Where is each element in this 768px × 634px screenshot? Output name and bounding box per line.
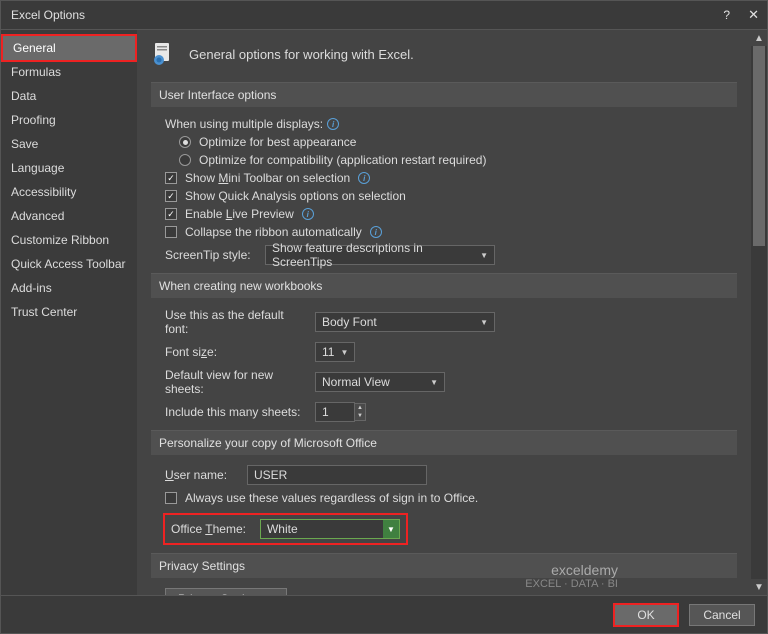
font-size-select[interactable]: 11▼ <box>315 342 355 362</box>
scroll-down-icon[interactable]: ▼ <box>751 579 767 595</box>
chevron-down-icon: ▼ <box>480 318 488 327</box>
checkbox-collapse-ribbon[interactable]: Collapse the ribbon automatically i <box>165 225 737 239</box>
main-wrap: General options for working with Excel. … <box>137 30 767 595</box>
checkbox-always-use-values[interactable]: Always use these values regardless of si… <box>165 491 737 505</box>
checkbox-icon <box>165 492 177 504</box>
office-theme-row: Office Theme: White ▼ <box>163 513 408 545</box>
radio-compatibility[interactable]: Optimize for compatibility (application … <box>179 153 737 167</box>
dialog-body: General Formulas Data Proofing Save Lang… <box>1 29 767 595</box>
sidebar-item-language[interactable]: Language <box>1 156 137 180</box>
sidebar-item-quick-access-toolbar[interactable]: Quick Access Toolbar <box>1 252 137 276</box>
office-theme-label: Office Theme: <box>171 522 246 536</box>
page-header: General options for working with Excel. <box>151 40 737 68</box>
page-header-text: General options for working with Excel. <box>189 47 414 62</box>
dialog-title: Excel Options <box>11 8 85 22</box>
main-panel: General options for working with Excel. … <box>137 30 751 595</box>
help-icon[interactable]: ? <box>723 8 730 22</box>
section-privacy: Privacy Settings <box>151 553 737 578</box>
radio-best-appearance[interactable]: Optimize for best appearance <box>179 135 737 149</box>
sidebar-item-save[interactable]: Save <box>1 132 137 156</box>
sidebar-item-add-ins[interactable]: Add-ins <box>1 276 137 300</box>
window-controls: ? ✕ <box>723 7 759 23</box>
watermark: exceldemy EXCEL · DATA · BI <box>525 563 618 590</box>
spinner-buttons[interactable]: ▲▼ <box>355 403 366 421</box>
checkbox-icon <box>165 172 177 184</box>
chevron-down-icon: ▼ <box>480 251 488 260</box>
sidebar-item-proofing[interactable]: Proofing <box>1 108 137 132</box>
checkbox-live-preview[interactable]: Enable Live Preview i <box>165 207 737 221</box>
username-row: User name: USER <box>165 465 737 485</box>
section-workbooks: When creating new workbooks <box>151 273 737 298</box>
sidebar-item-formulas[interactable]: Formulas <box>1 60 137 84</box>
office-theme-select[interactable]: White ▼ <box>260 519 400 539</box>
radio-icon <box>179 154 191 166</box>
general-options-icon <box>151 40 179 68</box>
sidebar-item-advanced[interactable]: Advanced <box>1 204 137 228</box>
section-ui-options: User Interface options <box>151 82 737 107</box>
titlebar: Excel Options ? ✕ <box>1 1 767 29</box>
sidebar-item-trust-center[interactable]: Trust Center <box>1 300 137 324</box>
screentip-select[interactable]: Show feature descriptions in ScreenTips▼ <box>265 245 495 265</box>
sidebar-item-customize-ribbon[interactable]: Customize Ribbon <box>1 228 137 252</box>
info-icon[interactable]: i <box>358 172 370 184</box>
ok-button[interactable]: OK <box>613 603 679 627</box>
privacy-settings-button[interactable]: Privacy Settings... <box>165 588 287 595</box>
username-label: User name: <box>165 468 237 482</box>
default-view-row: Default view for new sheets: Normal View… <box>165 368 737 396</box>
sheets-count-label: Include this many sheets: <box>165 405 305 419</box>
excel-options-dialog: Excel Options ? ✕ General Formulas Data … <box>0 0 768 634</box>
vertical-scrollbar[interactable]: ▲ ▼ <box>751 30 767 595</box>
default-view-select[interactable]: Normal View▼ <box>315 372 445 392</box>
default-view-label: Default view for new sheets: <box>165 368 305 396</box>
section-personalize: Personalize your copy of Microsoft Offic… <box>151 430 737 455</box>
username-input[interactable]: USER <box>247 465 427 485</box>
screentip-label: ScreenTip style: <box>165 248 255 262</box>
chevron-down-icon: ▼ <box>430 378 438 387</box>
sheets-count-spinner[interactable]: 1 ▲▼ <box>315 402 366 422</box>
radio-icon <box>179 136 191 148</box>
scroll-up-icon[interactable]: ▲ <box>751 30 767 46</box>
sidebar-item-accessibility[interactable]: Accessibility <box>1 180 137 204</box>
cancel-button[interactable]: Cancel <box>689 604 755 626</box>
close-icon[interactable]: ✕ <box>748 7 759 23</box>
checkbox-mini-toolbar[interactable]: Show Mini Toolbar on selection i <box>165 171 737 185</box>
scroll-thumb[interactable] <box>753 46 765 246</box>
font-size-row: Font size: 11▼ <box>165 342 737 362</box>
checkbox-icon <box>165 190 177 202</box>
info-icon[interactable]: i <box>302 208 314 220</box>
chevron-down-icon: ▼ <box>383 520 399 538</box>
info-icon[interactable]: i <box>327 118 339 130</box>
default-font-select[interactable]: Body Font▼ <box>315 312 495 332</box>
checkbox-icon <box>165 208 177 220</box>
chevron-down-icon: ▼ <box>340 348 348 357</box>
default-font-label: Use this as the default font: <box>165 308 305 336</box>
dialog-footer: OK Cancel <box>1 595 767 633</box>
screentip-row: ScreenTip style: Show feature descriptio… <box>165 245 737 265</box>
sheets-count-row: Include this many sheets: 1 ▲▼ <box>165 402 737 422</box>
font-size-label: Font size: <box>165 345 305 359</box>
checkbox-icon <box>165 226 177 238</box>
sidebar: General Formulas Data Proofing Save Lang… <box>1 30 137 595</box>
sidebar-item-data[interactable]: Data <box>1 84 137 108</box>
sidebar-item-general[interactable]: General <box>1 34 137 62</box>
default-font-row: Use this as the default font: Body Font▼ <box>165 308 737 336</box>
info-icon[interactable]: i <box>370 226 382 238</box>
multi-displays-label: When using multiple displays: i <box>165 117 737 131</box>
checkbox-quick-analysis[interactable]: Show Quick Analysis options on selection <box>165 189 737 203</box>
